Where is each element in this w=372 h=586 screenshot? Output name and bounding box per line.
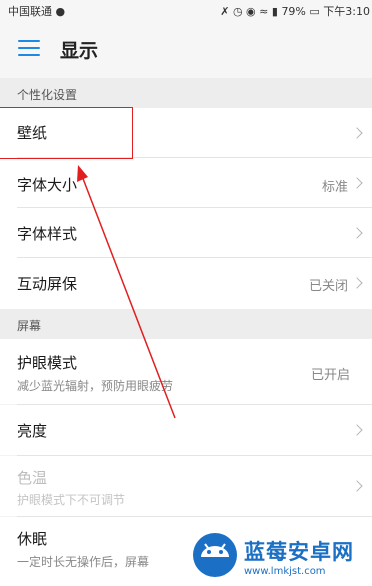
watermark-name: 蓝莓安卓网 bbox=[244, 540, 354, 564]
annotation-arrow bbox=[77, 165, 176, 419]
watermark-logo-icon bbox=[193, 533, 237, 577]
watermark-url: www.lmkjst.com bbox=[244, 566, 326, 577]
watermark: 蓝莓安卓网 www.lmkjst.com bbox=[182, 520, 372, 586]
